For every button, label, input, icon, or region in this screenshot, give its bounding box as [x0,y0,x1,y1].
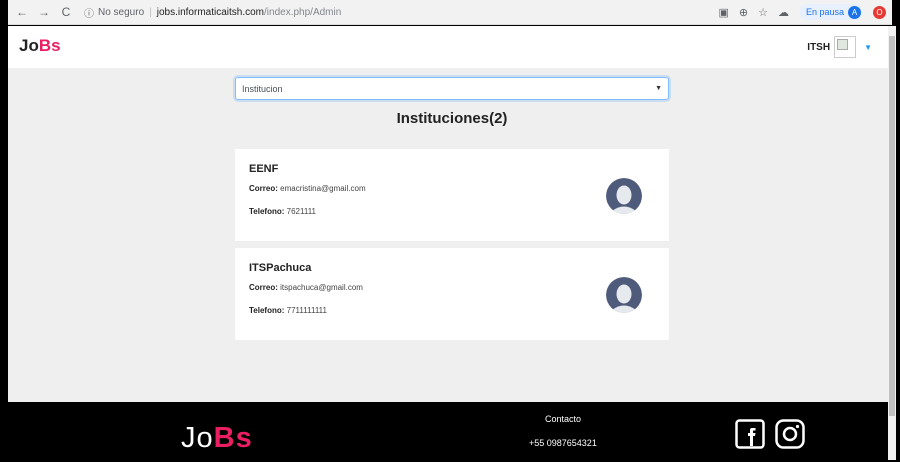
forward-button[interactable]: → [36,4,52,20]
contact-phone: +55 0987654321 [529,438,597,448]
navbar: JoBs ITSH ▼ [8,26,888,68]
phone-value: 7621111 [286,207,317,216]
avatar-icon [606,178,642,214]
chevron-down-icon[interactable]: ▼ [864,43,872,52]
user-name: ITSH [807,41,831,53]
sync-paused-label: En pausa [805,7,844,17]
phone-label: Telefono: [249,306,285,315]
page-title: Instituciones(2) [396,110,508,127]
phone-label: Telefono: [249,207,285,216]
select-arrow-icon: ▼ [655,85,662,92]
profile-avatar: A [848,5,861,19]
browser-actions: ▣ ⊕ ☆ ☁ En pausa A O [718,4,886,20]
instagram-icon[interactable] [775,419,805,449]
institution-card: ITSPachuca Correo: itspachuca@gmail.com … [235,248,669,340]
url-path: /index.php/Admin [264,6,342,18]
browser-toolbar: ← → C ⓘ No seguro | jobs.informaticaitsh… [8,0,892,25]
address-bar[interactable]: ⓘ No seguro | jobs.informaticaitsh.com /… [84,3,718,21]
opera-icon[interactable]: O [873,5,886,19]
footer-brand-suffix: Bs [213,422,253,454]
brand-prefix: Jo [19,36,39,55]
footer: JoBs Contacto +55 0987654321 [8,402,888,460]
page: JoBs ITSH ▼ Institucion ▼ Instituciones(… [8,26,888,460]
info-icon[interactable]: ⓘ [84,5,94,20]
security-label: No seguro [98,6,145,18]
brand-suffix: Bs [38,36,61,55]
brand-logo[interactable]: JoBs [19,36,61,56]
email-value: emacristina@gmail.com [280,184,366,193]
social-links [735,419,805,449]
institution-card: EENF Correo: emacristina@gmail.com Telef… [235,149,669,241]
address-separator: | [149,6,152,18]
reload-button[interactable]: C [58,4,74,20]
user-image-broken-icon [834,36,857,58]
phone-value: 7711111111 [286,306,327,315]
facebook-icon[interactable] [735,419,765,449]
sync-paused-button[interactable]: En pausa A [798,4,863,20]
institution-phone: Telefono: 7621111 [249,207,316,216]
page-scrollbar[interactable] [888,26,896,460]
url-host: jobs.informaticaitsh.com [156,6,265,18]
institution-phone: Telefono: 7711111111 [249,306,327,315]
user-menu[interactable]: ITSH ▼ [807,36,872,58]
bookmark-star-icon[interactable]: ☆ [758,6,768,19]
email-label: Correo: [249,184,278,193]
avatar-icon [606,277,642,313]
select-value: Institucion [242,83,283,94]
institution-filter-select[interactable]: Institucion ▼ [235,77,669,100]
extension-icon[interactable]: ☁ [778,6,789,19]
footer-brand-prefix: Jo [181,422,214,454]
institution-name: ITSPachuca [249,262,312,274]
zoom-icon[interactable]: ⊕ [739,6,748,19]
institution-name: EENF [249,163,279,175]
scrollbar-thumb[interactable] [889,36,895,416]
institution-email: Correo: emacristina@gmail.com [249,184,366,193]
contact-title: Contacto [545,414,582,424]
back-button[interactable]: ← [14,4,30,20]
footer-logo: JoBs [181,422,253,455]
email-value: itspachuca@gmail.com [280,283,363,292]
institution-email: Correo: itspachuca@gmail.com [249,283,363,292]
email-label: Correo: [249,283,278,292]
translate-icon[interactable]: ▣ [718,6,728,19]
